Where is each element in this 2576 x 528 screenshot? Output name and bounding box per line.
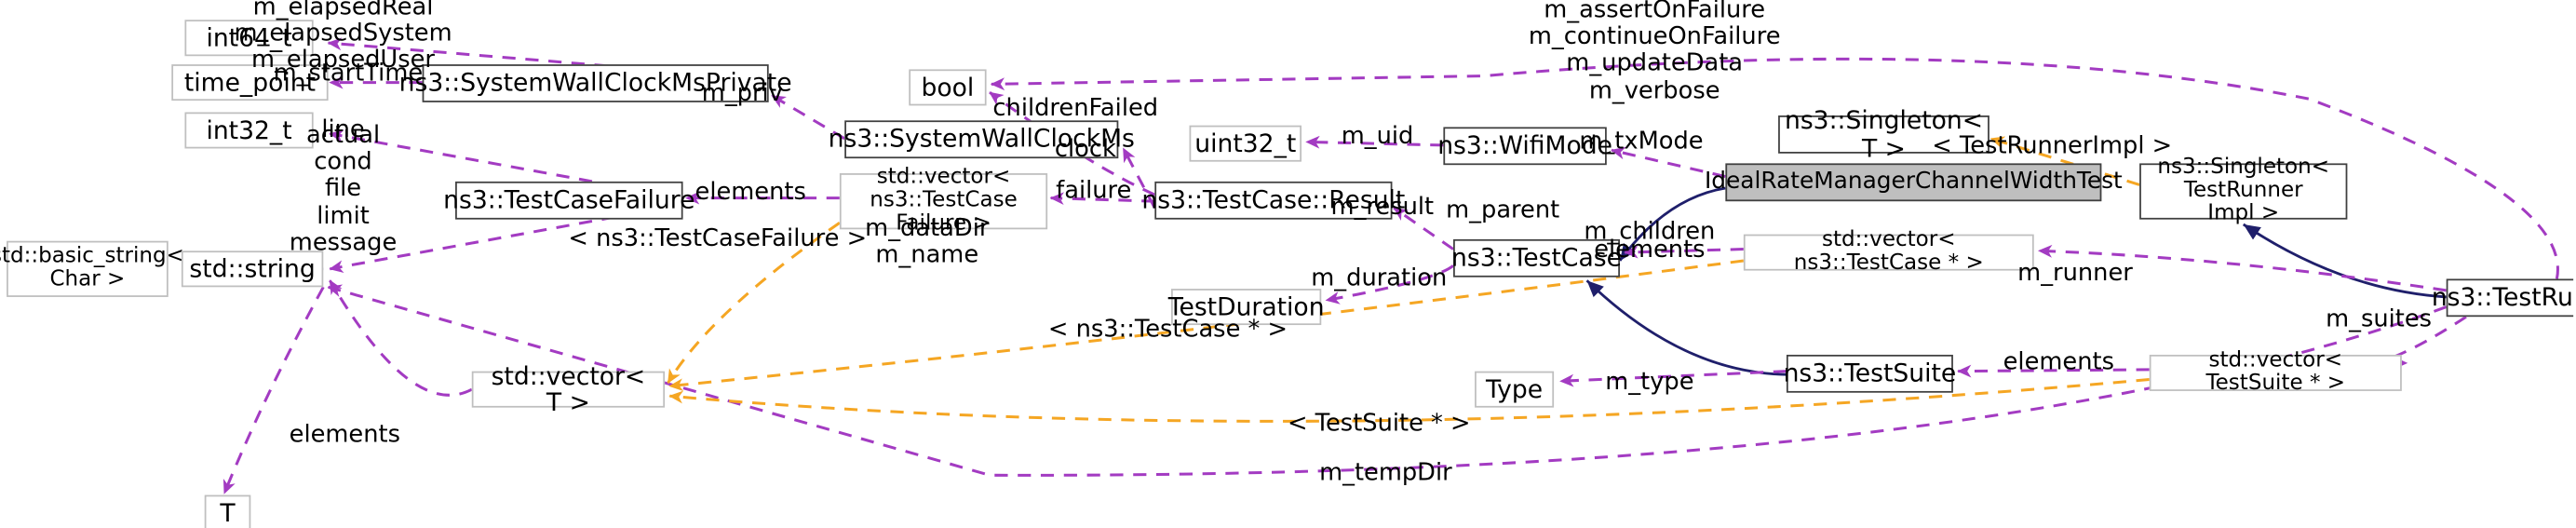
- edge-label-elements-testcase: elements: [1594, 237, 1706, 264]
- edge-label-template-ns3-testcase-ptr: < ns3::TestCase * >: [1047, 316, 1288, 344]
- edge-label-template-ns3-testcasefailure: < ns3::TestCaseFailure >: [568, 225, 868, 252]
- node-type[interactable]: Type: [1475, 371, 1555, 408]
- edge-label-template-testsuite-ptr: < TestSuite * >: [1287, 410, 1471, 438]
- collaboration-diagram: int64_t time_point int32_t std::basic_st…: [0, 0, 2574, 528]
- edge-label-childrenfailed: childrenFailed: [992, 95, 1159, 122]
- node-std-basic-string[interactable]: std::basic_string< Char >: [0, 240, 184, 297]
- edge-label-m-type: m_type: [1605, 369, 1694, 397]
- node-std-vector-testsuite-ptr[interactable]: std::vector< TestSuite * >: [2149, 349, 2402, 395]
- edge-label-m-runner: m_runner: [2017, 260, 2133, 288]
- edge-label-m-txmode: m_txMode: [1579, 128, 1704, 156]
- edge-label-m-datadir-m-name: m_dataDir m_name: [865, 215, 990, 269]
- node-uint32-t[interactable]: uint32_t: [1189, 125, 1302, 162]
- edge-label-m-result: m_result: [1330, 194, 1435, 222]
- node-ns3-testrunnerimpl[interactable]: ns3::TestRunnerImpl: [2432, 278, 2574, 318]
- node-std-vector-t[interactable]: std::vector< T >: [471, 362, 666, 416]
- node-ns3-testsuite[interactable]: ns3::TestSuite: [1784, 354, 1956, 393]
- edge-label-assert-flags: m_assertOnFailure m_continueOnFailure m_…: [1528, 0, 1781, 105]
- edge-label-m-parent: m_parent: [1446, 197, 1560, 224]
- edge-label-clock: clock: [1054, 136, 1116, 164]
- edge-label-m-uid: m_uid: [1341, 123, 1414, 151]
- node-ns3-singleton-testrunnerimpl[interactable]: ns3::Singleton< TestRunner Impl >: [2139, 156, 2348, 225]
- edge-label-failure: failure: [1056, 178, 1132, 205]
- node-bool[interactable]: bool: [909, 69, 987, 106]
- node-idealratemanagerchannelwidthtest[interactable]: IdealRateManagerChannelWidthTest: [1705, 163, 2123, 202]
- edge-label-elements-testcasefailure: elements: [695, 179, 806, 207]
- node-t[interactable]: T: [204, 494, 251, 528]
- edge-label-m-starttime: m_startTime: [273, 61, 424, 88]
- edge-label-m-duration: m_duration: [1311, 265, 1448, 292]
- edge-label-m-tempdir: m_tempDir: [1319, 460, 1452, 487]
- node-ns3-testcasefailure[interactable]: ns3::TestCaseFailure: [443, 181, 695, 220]
- edge-label-elements-vector-t: elements: [289, 422, 400, 449]
- edge-label-elements-testsuite: elements: [2003, 349, 2114, 376]
- node-std-vector-ns3-testcase-ptr[interactable]: std::vector< ns3::TestCase * >: [1743, 228, 2034, 275]
- edge-label-failure-fields: actual cond file limit message: [289, 122, 398, 257]
- edge-label-template-testrunnerimpl: < TestRunnerImpl >: [1932, 133, 2173, 160]
- edge-label-m-suites: m_suites: [2326, 306, 2433, 333]
- edge-label-m-priv: m_priv: [701, 80, 783, 107]
